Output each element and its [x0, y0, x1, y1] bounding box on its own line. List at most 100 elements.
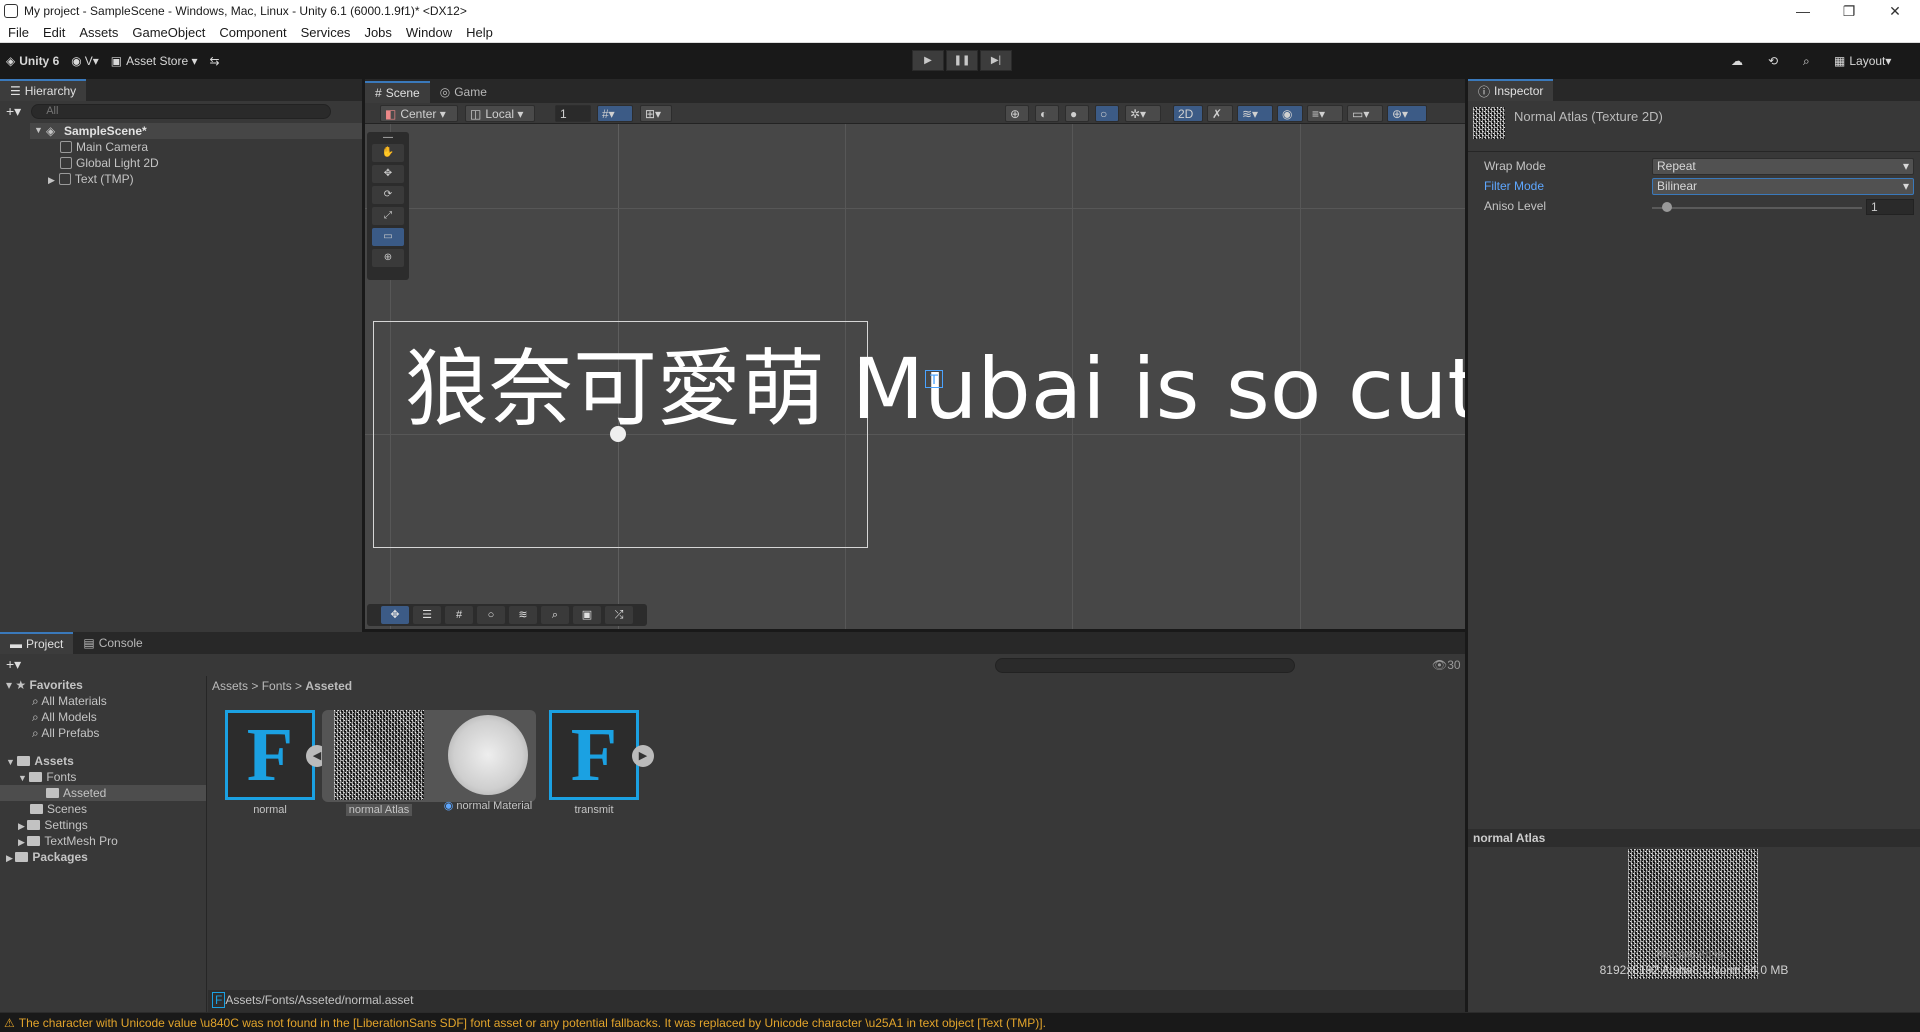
asset-tile[interactable]: ◉ normal Material [442, 710, 534, 812]
asset-tile[interactable]: F transmit [548, 710, 640, 816]
add-icon[interactable]: +▾ [6, 103, 21, 120]
menu-assets[interactable]: Assets [79, 25, 118, 40]
favorite-item[interactable]: ⌕ All Prefabs [32, 726, 99, 741]
folder-row-selected[interactable]: Asseted [0, 785, 206, 801]
space-dropdown[interactable]: ◫ Local ▾ [465, 105, 535, 122]
pivot-dropdown[interactable]: ◧ Center ▾ [380, 105, 458, 122]
aniso-slider-thumb[interactable] [1662, 202, 1672, 212]
rotate-tool-icon[interactable]: ⟳ [372, 186, 404, 204]
menu-help[interactable]: Help [466, 25, 493, 40]
breadcrumb-item[interactable]: Asseted [305, 679, 352, 693]
folder-row[interactable]: ▼ Fonts [18, 770, 76, 784]
menu-gameobject[interactable]: GameObject [132, 25, 205, 40]
tab-console[interactable]: ▤ Console [73, 632, 152, 654]
expand-arrow-icon[interactable]: ▼ [34, 125, 43, 135]
hand-tool-icon[interactable]: ✋ [372, 144, 404, 162]
aniso-slider-track[interactable] [1652, 207, 1862, 209]
grid-icon[interactable]: # [445, 606, 473, 624]
toggle-2d-button[interactable]: 2D [1173, 105, 1203, 122]
menu-services[interactable]: Services [301, 25, 351, 40]
scene-row[interactable]: ▼ ◈ SampleScene* [30, 123, 362, 139]
tab-scene[interactable]: # Scene [365, 81, 430, 103]
text-gizmo-icon[interactable]: T [925, 370, 943, 388]
favorite-item[interactable]: ⌕ All Materials [32, 694, 107, 709]
packages-row[interactable]: ▶ Packages [6, 850, 88, 864]
tab-game[interactable]: ◎ Game [430, 81, 497, 103]
search-icon[interactable]: ⌕ [1797, 50, 1816, 72]
asset-store-button[interactable]: ▣ Asset Store ▾ [105, 50, 204, 72]
folder-row[interactable]: ▶ TextMesh Pro [18, 834, 118, 848]
project-add-icon[interactable]: +▾ [6, 656, 21, 673]
menu-window[interactable]: Window [406, 25, 452, 40]
visibility-icon[interactable]: ◉ [1277, 105, 1303, 122]
folder-row[interactable]: ▶ Settings [18, 818, 88, 832]
shuffle-icon[interactable]: ⤮ [605, 606, 633, 624]
favorite-item[interactable]: ⌕ All Models [32, 710, 97, 725]
restore-icon[interactable]: ❐ [1826, 0, 1872, 22]
scene-viewport[interactable]: 狼奈可愛萌 Mubai is so cute T [365, 124, 1465, 629]
gizmos-icon[interactable]: ⊕▾ [1387, 105, 1427, 122]
menu-edit[interactable]: Edit [43, 25, 65, 40]
rect-tool-icon[interactable]: ▭ [372, 228, 404, 246]
breadcrumb-item[interactable]: Assets [212, 679, 248, 693]
scale-tool-icon[interactable]: ⤢ [372, 207, 404, 225]
favorites-row[interactable]: ▾ ★ Favorites [6, 678, 83, 692]
tab-hierarchy[interactable]: ☰ Hierarchy [0, 79, 87, 101]
close-icon[interactable]: ✕ [1872, 0, 1918, 22]
aniso-level-field[interactable]: 1 [1866, 199, 1914, 215]
tab-inspector[interactable]: ⓘ Inspector [1468, 79, 1554, 101]
move-tool-icon[interactable]: ✥ [372, 165, 404, 183]
step-button[interactable]: ▶| [980, 50, 1012, 71]
layers-overlay-icon[interactable]: ≋ [509, 606, 537, 624]
grid-snap-icon[interactable]: #▾ [597, 105, 633, 122]
asset-tile[interactable]: normal Atlas [333, 710, 425, 816]
search-small-icon: ⌕ [32, 710, 42, 724]
wireframe-icon[interactable]: ○ [1095, 105, 1119, 122]
light-gizmo-icon[interactable] [610, 426, 626, 442]
account-button[interactable]: ◉ V ▾ [65, 50, 105, 72]
folder-row[interactable]: Scenes [30, 802, 87, 816]
transform-tool-icon[interactable]: ⊕ [372, 249, 404, 267]
asset-tile[interactable]: F normal [224, 710, 316, 816]
hierarchy-item[interactable]: ▶ Text (TMP) [48, 172, 134, 186]
unity-version-button[interactable]: ◈ Unity 6 [0, 50, 65, 72]
debug-icon[interactable]: ✲▾ [1125, 105, 1161, 122]
menu-component[interactable]: Component [219, 25, 286, 40]
collapse-arrow-icon[interactable]: ▶ [48, 175, 55, 185]
wrap-mode-dropdown[interactable]: Repeat ▾ [1652, 158, 1914, 175]
fx-icon[interactable]: ≋▾ [1237, 105, 1273, 122]
camera-icon[interactable]: ▭▾ [1347, 105, 1383, 122]
history-icon[interactable]: ⟲ [1762, 50, 1784, 72]
circle-icon[interactable]: ○ [477, 606, 505, 624]
shaded-icon[interactable]: ● [1065, 105, 1089, 122]
lighting-icon[interactable]: ✗ [1207, 105, 1233, 122]
breadcrumb-item[interactable]: Fonts [262, 679, 292, 693]
grid-size-field[interactable]: 1 [555, 105, 591, 122]
align-icon[interactable]: ☰ [413, 606, 441, 624]
drag-handle-icon[interactable]: — [372, 133, 404, 143]
cloud-icon[interactable]: ☁ [1725, 50, 1749, 72]
menu-file[interactable]: File [8, 25, 29, 40]
play-button[interactable]: ▶ [912, 50, 944, 71]
layout-dropdown[interactable]: ▦ Layout ▾ [1828, 50, 1897, 72]
move-icon[interactable]: ✥ [381, 606, 409, 624]
hierarchy-search-input[interactable] [31, 103, 332, 119]
minimize-icon[interactable]: — [1780, 0, 1826, 22]
project-search-input[interactable] [995, 658, 1295, 673]
assets-root-row[interactable]: ▼ Assets [6, 754, 74, 768]
shading-icon[interactable]: ◐ [1035, 105, 1059, 122]
draw-mode-icon[interactable]: ⊕ [1005, 105, 1029, 122]
menu-jobs[interactable]: Jobs [364, 25, 391, 40]
version-control-icon[interactable]: ⇆ [204, 50, 226, 72]
hierarchy-item[interactable]: Global Light 2D [60, 156, 159, 170]
pause-button[interactable]: ❚❚ [946, 50, 978, 71]
status-message[interactable]: The character with Unicode value \u840C … [19, 1016, 1046, 1030]
layers-icon[interactable]: ≡▾ [1307, 105, 1343, 122]
expand-right-icon[interactable]: ▶ [632, 745, 654, 767]
filter-mode-dropdown[interactable]: Bilinear ▾ [1652, 178, 1914, 195]
increment-snap-icon[interactable]: ⊞▾ [640, 105, 672, 122]
zoom-icon[interactable]: ⌕ [541, 606, 569, 624]
tab-project[interactable]: ▬ Project [0, 632, 74, 654]
hierarchy-item[interactable]: Main Camera [60, 140, 148, 154]
camera-overlay-icon[interactable]: ▣ [573, 606, 601, 624]
